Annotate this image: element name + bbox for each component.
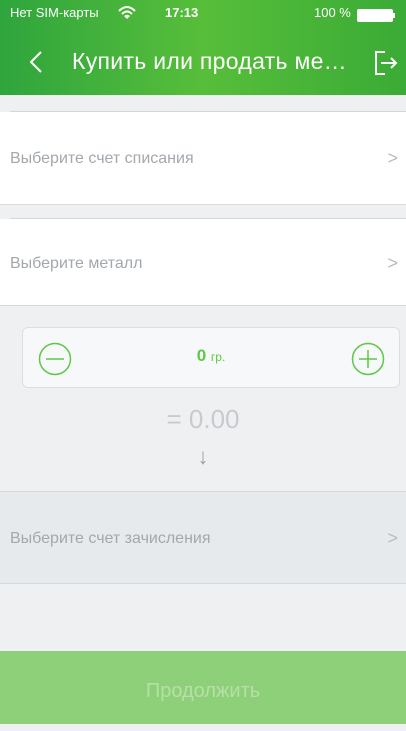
battery-percent: 100 % [314, 5, 351, 20]
page-title: Купить или продать ме… [72, 48, 347, 74]
metal-label: Выберите металл [10, 255, 143, 272]
credit-account-label: Выберите счет зачисления [10, 530, 211, 547]
arrow-down-icon: ↓ [197, 444, 209, 469]
debit-account-label: Выберите счет списания [10, 150, 194, 167]
debit-account-row[interactable]: Выберите счет списания > [0, 112, 406, 205]
clock: 17:13 [165, 5, 199, 20]
chevron-right-icon: > [387, 253, 398, 273]
amount-number: 0 [196, 346, 207, 365]
navigation-bar: Купить или продать ме… [0, 42, 406, 92]
metal-row[interactable]: Выберите металл > [0, 219, 406, 306]
carrier-label: Нет SIM-карты [10, 5, 99, 20]
amount-unit: гр. [210, 350, 226, 364]
status-bar: Нет SIM-карты 17:13 100 % [0, 0, 406, 28]
chevron-right-icon: > [387, 528, 398, 548]
logout-icon[interactable] [372, 48, 398, 78]
header: Нет SIM-карты 17:13 100 % Купить или про… [0, 0, 406, 95]
credit-account-row[interactable]: Выберите счет зачисления > [0, 491, 406, 584]
plus-circle-icon[interactable] [351, 342, 385, 376]
total-sum: = 0.00 [166, 404, 240, 434]
amount-stepper: 0 гр. [22, 327, 400, 388]
battery-icon [357, 9, 395, 22]
chevron-right-icon: > [387, 148, 398, 168]
continue-button[interactable]: Продолжить [0, 651, 406, 724]
back-arrow-icon[interactable] [26, 46, 50, 78]
wifi-icon [118, 1, 136, 26]
amount-value: 0 гр. [23, 346, 399, 366]
